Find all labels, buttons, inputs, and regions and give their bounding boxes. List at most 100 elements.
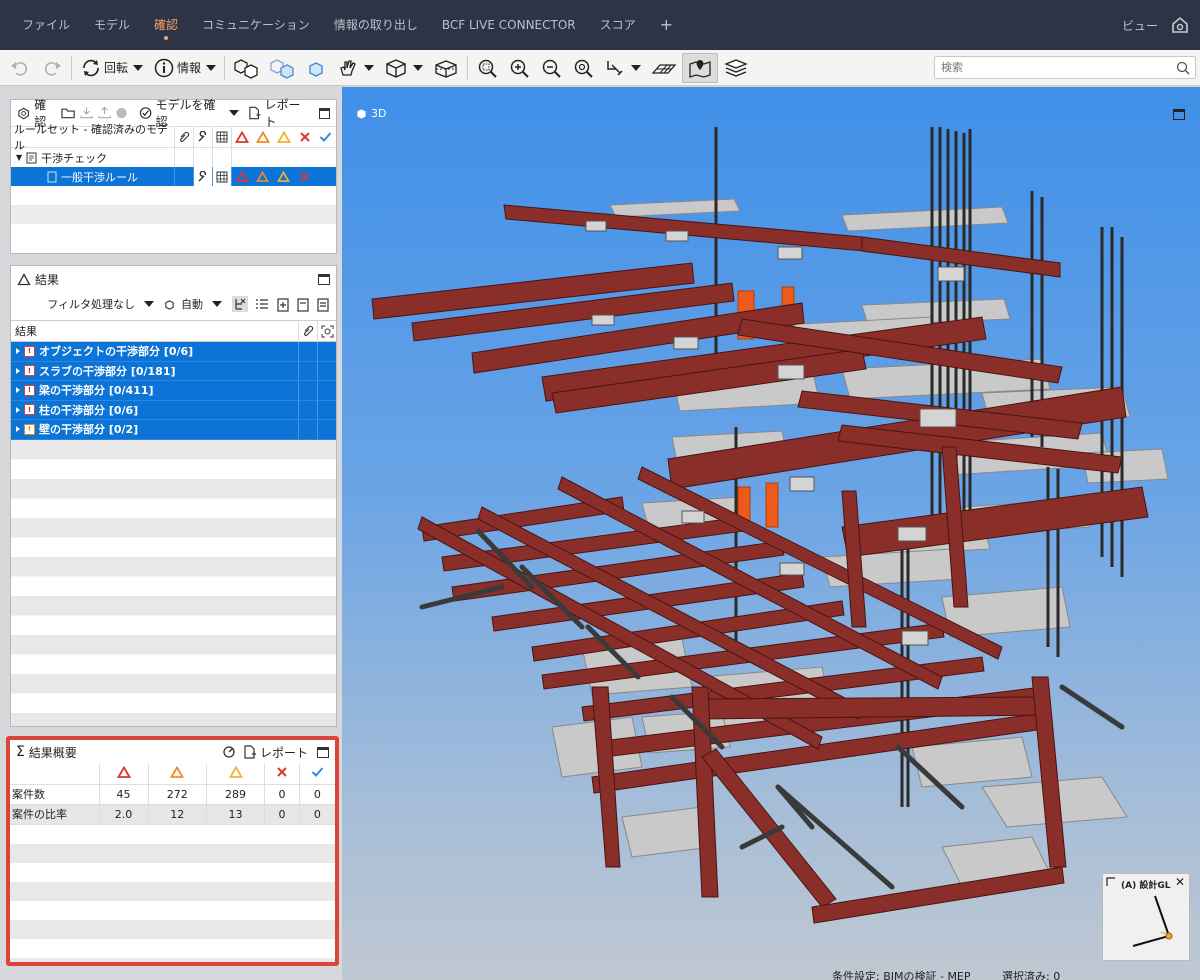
menu-model[interactable]: モデル xyxy=(82,0,142,50)
expand-triangle-icon[interactable] xyxy=(16,426,20,433)
rotate-button[interactable]: 回転 xyxy=(75,53,148,83)
nav-cube[interactable]: (A) 設計GL ✕ xyxy=(1102,873,1190,961)
summary-empty-area xyxy=(10,824,335,962)
visibility-button[interactable] xyxy=(332,53,379,83)
grid-plane-button[interactable] xyxy=(646,53,682,83)
critical-triangle-icon xyxy=(231,126,252,148)
results-column-header: 結果 xyxy=(11,320,336,342)
isolate-button[interactable] xyxy=(300,53,332,83)
rejected-x-icon xyxy=(294,126,315,148)
ruleset-row[interactable]: ▼ 干渉チェック xyxy=(11,148,336,167)
menu-score[interactable]: スコア xyxy=(588,0,648,50)
redo-button[interactable] xyxy=(36,53,68,83)
cell xyxy=(212,148,231,167)
duct-box xyxy=(777,364,805,380)
view-cube-button[interactable] xyxy=(379,53,428,83)
zoom-fit-icon xyxy=(478,59,497,78)
zoom-out-icon xyxy=(542,59,561,78)
xray-button[interactable] xyxy=(264,53,300,83)
result-row-object-clash[interactable]: ! オブジェクトの干渉部分 [0/6] xyxy=(11,341,336,362)
undo-button[interactable] xyxy=(4,53,36,83)
export-icon[interactable] xyxy=(97,106,112,120)
tree-view-icon[interactable] xyxy=(232,296,248,312)
chevron-down-icon[interactable] xyxy=(212,301,222,307)
house-settings-icon[interactable] xyxy=(1170,15,1190,35)
result-row-column-clash[interactable]: ! 柱の干渉部分 [0/6] xyxy=(11,400,336,420)
info-button[interactable]: 情報 xyxy=(148,53,221,83)
cell xyxy=(174,167,193,186)
zoom-in-button[interactable] xyxy=(503,53,535,83)
summary-panel-header: Σ 結果概要 レポート xyxy=(10,740,335,764)
show-model-button[interactable] xyxy=(228,53,264,83)
critical-triangle-icon xyxy=(231,167,252,186)
report-icon xyxy=(249,106,261,120)
maximize-icon[interactable] xyxy=(318,107,331,119)
clipboard-icon[interactable] xyxy=(296,297,310,312)
zoom-all-button[interactable] xyxy=(471,53,503,83)
expand-triangle-icon[interactable] xyxy=(16,348,20,355)
isolate-cube-icon xyxy=(309,61,323,77)
open-folder-icon[interactable] xyxy=(61,106,76,120)
wrench-icon[interactable] xyxy=(193,167,212,186)
search-input[interactable] xyxy=(935,57,1175,78)
floor-plan-button[interactable] xyxy=(682,52,719,83)
result-row-beam-clash[interactable]: ! 梁の干渉部分 [0/411] xyxy=(11,380,336,401)
check-panel: 確認 モデルを確認 レポート ルールセット - 確認済みのモデル ▼ 干渉チェッ… xyxy=(10,96,337,254)
empty-row xyxy=(11,224,336,243)
chevron-down-icon[interactable] xyxy=(144,301,154,307)
menu-file[interactable]: ファイル xyxy=(10,0,82,50)
summary-value: 13 xyxy=(206,804,266,825)
cell xyxy=(317,341,336,361)
results-panel: 結果 フィルタ処理なし 自動 結果 ! オブジェクトの干渉部分 [0/6] ! スラ… xyxy=(10,265,337,727)
menu-communication[interactable]: コミュニケーション xyxy=(190,0,322,50)
focus-icon xyxy=(317,320,336,342)
summary-row-count: 案件数 45 272 289 0 0 xyxy=(10,784,335,805)
major-triangle-icon xyxy=(252,126,273,148)
result-row-wall-clash[interactable]: ! 壁の干渉部分 [0/2] xyxy=(11,419,336,440)
import-icon[interactable] xyxy=(79,106,94,120)
chevron-down-icon[interactable] xyxy=(229,110,240,116)
clipboard-remove-icon[interactable] xyxy=(316,297,330,312)
filter-dropdown[interactable]: フィルタ処理なし xyxy=(47,296,135,312)
3d-viewport[interactable]: 3D (A) 設計GL ✕ 条件設定: BIMの検証 - MEP 選択済み: 0 xyxy=(342,87,1200,980)
rule-row-selected[interactable]: 一般干渉ルール xyxy=(11,167,336,186)
view-menu[interactable]: ビュー xyxy=(1122,17,1158,34)
search-icon[interactable] xyxy=(1175,60,1191,76)
table-icon[interactable] xyxy=(212,167,231,186)
summary-value: 45 xyxy=(99,784,149,805)
maximize-icon[interactable] xyxy=(318,273,330,285)
chart-settings-icon[interactable] xyxy=(222,745,236,759)
section-box-button[interactable] xyxy=(428,53,464,83)
toolbar: 回転 情報 xyxy=(0,50,1200,86)
zoom-out-button[interactable] xyxy=(535,53,567,83)
menu-bcf-live-connector[interactable]: BCF LIVE CONNECTOR xyxy=(430,0,588,50)
major-triangle-icon xyxy=(148,764,207,785)
result-row-slab-clash[interactable]: ! スラブの干渉部分 [0/181] xyxy=(11,361,336,381)
empty-row xyxy=(11,205,336,224)
summary-report-button[interactable]: レポート xyxy=(260,744,308,761)
collapse-triangle-icon[interactable]: ▼ xyxy=(16,153,22,162)
hand-icon xyxy=(340,59,356,76)
expand-triangle-icon[interactable] xyxy=(16,387,20,394)
expand-triangle-icon[interactable] xyxy=(16,406,20,413)
auto-dropdown[interactable]: 自動 xyxy=(181,296,203,312)
clipboard-add-icon[interactable] xyxy=(276,297,290,312)
results-toolbar: フィルタ処理なし 自動 xyxy=(11,292,336,316)
result-row-label: 柱の干渉部分 [0/6] xyxy=(39,403,139,417)
menu-information-takeoff[interactable]: 情報の取り出し xyxy=(322,0,430,50)
cell xyxy=(298,361,317,381)
maximize-icon[interactable] xyxy=(317,746,329,758)
zoom-selected-button[interactable] xyxy=(567,53,599,83)
cubes-icon xyxy=(234,58,258,79)
grid-plane-icon xyxy=(651,63,677,74)
stop-icon[interactable] xyxy=(115,106,128,120)
result-row-label: スラブの干渉部分 [0/181] xyxy=(39,364,176,378)
add-tab-button[interactable]: + xyxy=(648,0,685,50)
expand-triangle-icon[interactable] xyxy=(16,367,20,374)
layers-button[interactable] xyxy=(718,53,754,83)
list-view-icon[interactable] xyxy=(254,296,270,312)
measure-button[interactable] xyxy=(599,53,646,83)
map-pin-icon xyxy=(689,59,711,78)
menu-check[interactable]: 確認 xyxy=(142,0,190,50)
report-button[interactable]: レポート xyxy=(264,96,309,130)
